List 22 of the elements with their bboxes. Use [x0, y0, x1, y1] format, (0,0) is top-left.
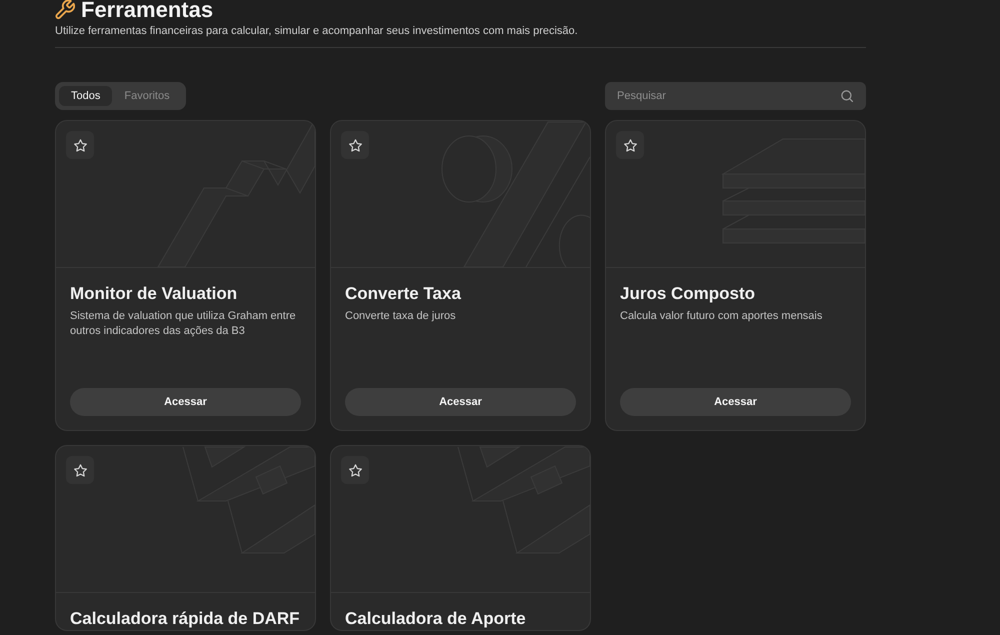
- access-button[interactable]: Acessar: [70, 388, 301, 416]
- card-title: Converte Taxa: [345, 283, 462, 305]
- page-subtitle: Utilize ferramentas financeiras para calcular, simular e acompanhar seus investimentos com mais precisão.: [55, 24, 579, 38]
- filter-tab[interactable]: Todos: [59, 86, 112, 106]
- card-title: Calculadora rápida de DARF: [70, 608, 301, 630]
- favorite-button[interactable]: [616, 131, 644, 159]
- favorite-button[interactable]: [66, 131, 94, 159]
- search-icon: [841, 90, 853, 102]
- card-title: Juros Composto: [620, 283, 756, 305]
- card-title: Monitor de Valuation: [70, 283, 238, 305]
- card-description: Converte taxa de juros: [345, 309, 457, 324]
- favorite-button[interactable]: [341, 456, 369, 484]
- favorite-button[interactable]: [66, 456, 94, 484]
- page-title: Ferramentas: [81, 0, 214, 23]
- card-description: Sistema de valuation que utiliza Graham entre outros indicadores das ações da B3: [70, 309, 297, 339]
- favorite-button[interactable]: [341, 131, 369, 159]
- card-description: Calcula valor futuro com aportes mensais: [620, 309, 824, 324]
- access-button[interactable]: Acessar: [620, 388, 851, 416]
- card-title: Calculadora de Aporte: [345, 608, 527, 630]
- search-field[interactable]: Pesquisar: [605, 82, 866, 110]
- access-button[interactable]: Acessar: [345, 388, 576, 416]
- wrench-icon: [55, 0, 75, 20]
